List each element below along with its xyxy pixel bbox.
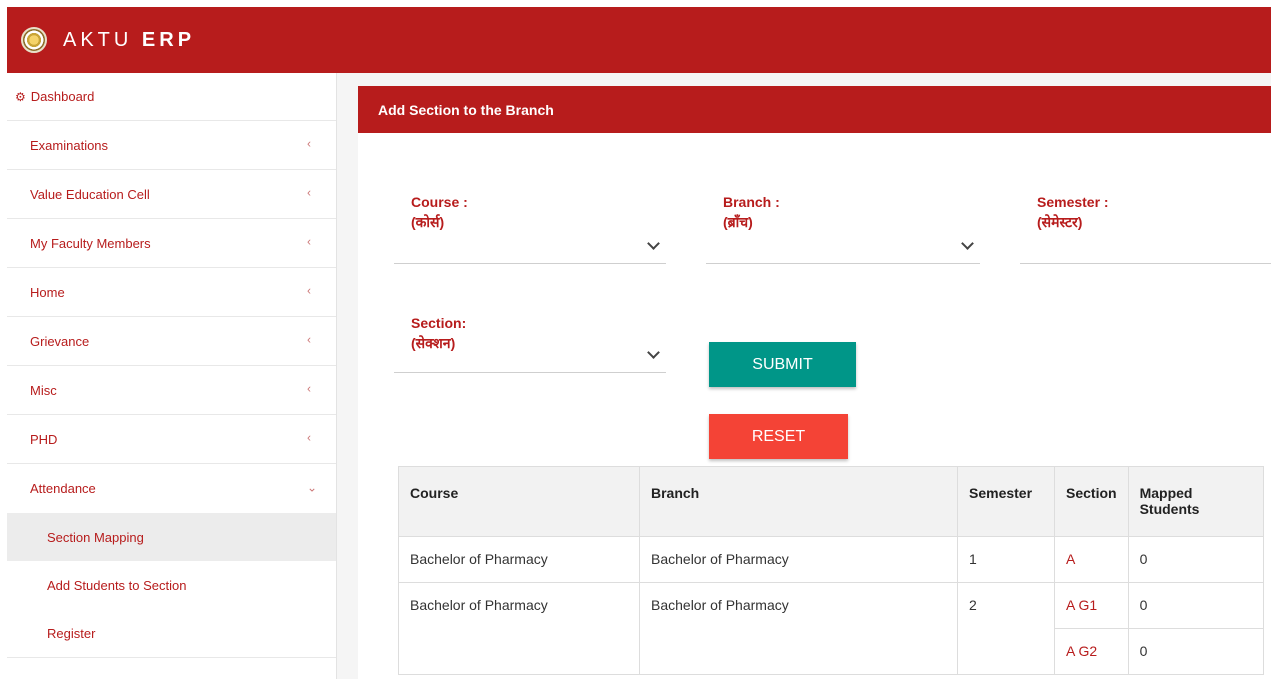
header-text: Mapped xyxy=(1139,485,1193,501)
course-select[interactable] xyxy=(394,234,666,264)
submit-button[interactable]: SUBMIT xyxy=(709,342,856,387)
semester-field: Semester : (सेमेस्टर) xyxy=(1020,192,1271,264)
chevron-left-icon: ‹ xyxy=(307,332,311,347)
dashboard-icon: ⚙ xyxy=(15,89,26,104)
section-field: Section: (सेक्शन) xyxy=(394,313,666,373)
cell-course: Bachelor of Pharmacy xyxy=(398,536,640,583)
column-header-course: Course xyxy=(398,466,640,537)
cell-mapped-students: 0 xyxy=(1127,628,1264,675)
table-row: Bachelor of Pharmacy Bachelor of Pharmac… xyxy=(398,536,1264,583)
cell-mapped-students: 0 xyxy=(1127,536,1264,583)
cell-course: Bachelor of Pharmacy xyxy=(398,582,640,675)
sidebar-item-label: Misc xyxy=(30,382,57,398)
branch-label-hindi: (ब्राँच) xyxy=(723,214,753,230)
sidebar-item-home[interactable]: Home ‹ xyxy=(7,268,336,317)
sidebar-item-grievance[interactable]: Grievance ‹ xyxy=(7,317,336,366)
card-title: Add Section to the Branch xyxy=(358,86,1271,133)
chevron-left-icon: ‹ xyxy=(307,234,311,249)
section-card: Add Section to the Branch Course : (कोर्… xyxy=(358,86,1271,679)
sidebar-item-label: Grievance xyxy=(30,333,90,349)
cell-section-link[interactable]: A G2 xyxy=(1054,628,1129,675)
sidebar-subitem-label: Section Mapping xyxy=(47,529,144,545)
cell-section-link[interactable]: A G1 xyxy=(1054,582,1129,629)
chevron-left-icon: ‹ xyxy=(307,185,311,200)
chevron-left-icon: ‹ xyxy=(307,283,311,298)
cell-branch: Bachelor of Pharmacy xyxy=(639,582,958,675)
sidebar-item-label: Value Education Cell xyxy=(30,186,150,202)
chevron-left-icon: ‹ xyxy=(307,381,311,396)
section-label: Section: xyxy=(411,315,467,331)
sidebar-item-dashboard[interactable]: ⚙ Dashboard xyxy=(7,73,336,121)
sidebar-item-label: PHD xyxy=(30,431,58,447)
course-field: Course : (कोर्स) xyxy=(394,192,666,264)
sidebar-item-label: Examinations xyxy=(30,137,109,153)
app-brand[interactable]: AKTU ERP xyxy=(63,29,195,52)
cell-branch: Bachelor of Pharmacy xyxy=(639,536,958,583)
sidebar-subitem-add-students-to-section[interactable]: Add Students to Section xyxy=(7,561,336,609)
course-label: Course : xyxy=(411,194,468,210)
university-logo-icon[interactable] xyxy=(21,27,47,53)
column-header-branch: Branch xyxy=(639,466,958,537)
cell-semester: 1 xyxy=(957,536,1055,583)
header-text: Students xyxy=(1139,501,1200,517)
branch-label: Branch : xyxy=(723,194,780,210)
cell-mapped-students: 0 xyxy=(1127,582,1264,629)
sidebar-item-phd[interactable]: PHD ‹ xyxy=(7,415,336,464)
semester-select[interactable] xyxy=(1020,234,1271,264)
section-table: Course Branch Semester Section Mapped Stu… xyxy=(398,466,1264,675)
column-header-section: Section xyxy=(1054,466,1129,537)
sidebar-subitem-label: Register xyxy=(47,625,96,641)
sidebar-subitem-label: Add Students to Section xyxy=(47,577,187,593)
brand-text-bold: ERP xyxy=(141,28,196,51)
chevron-left-icon: ‹ xyxy=(307,430,311,445)
sidebar-item-label: Attendance xyxy=(30,481,96,496)
sidebar-item-label: Home xyxy=(30,284,65,300)
sidebar-item-value-education-cell[interactable]: Value Education Cell ‹ xyxy=(7,170,336,219)
semester-label-hindi: (सेमेस्टर) xyxy=(1037,214,1083,230)
chevron-down-icon xyxy=(647,237,660,250)
sidebar: ⚙ Dashboard Examinations ‹ Value Educati… xyxy=(7,73,337,679)
sidebar-subitem-section-mapping[interactable]: Section Mapping xyxy=(7,513,336,561)
brand-text: AKTU xyxy=(63,28,133,51)
column-header-mapped-students: Mapped Students xyxy=(1127,466,1264,537)
main-content: Add Section to the Branch Course : (कोर्… xyxy=(337,73,1271,679)
branch-field: Branch : (ब्राँच) xyxy=(706,192,980,264)
sidebar-divider xyxy=(7,657,336,658)
sidebar-subitem-register[interactable]: Register xyxy=(7,609,336,657)
sidebar-item-label: Dashboard xyxy=(30,89,95,104)
section-select[interactable] xyxy=(394,343,666,373)
sidebar-item-attendance[interactable]: Attendance ⌄ xyxy=(7,464,336,513)
semester-label: Semester : xyxy=(1037,194,1109,210)
reset-button[interactable]: RESET xyxy=(709,414,848,459)
top-header: AKTU ERP xyxy=(7,7,1271,73)
table-row: Bachelor of Pharmacy Bachelor of Pharmac… xyxy=(398,582,1264,675)
sidebar-item-my-faculty-members[interactable]: My Faculty Members ‹ xyxy=(7,219,336,268)
chevron-left-icon: ‹ xyxy=(307,136,311,151)
cell-section-link[interactable]: A xyxy=(1054,536,1129,583)
branch-select[interactable] xyxy=(706,234,980,264)
chevron-down-icon xyxy=(647,346,660,359)
course-label-hindi: (कोर्स) xyxy=(411,214,445,230)
table-header-row: Course Branch Semester Section Mapped Stu… xyxy=(398,466,1264,537)
sidebar-item-label: My Faculty Members xyxy=(30,235,151,251)
sidebar-item-examinations[interactable]: Examinations ‹ xyxy=(7,121,336,170)
column-header-semester: Semester xyxy=(957,466,1055,537)
chevron-down-icon xyxy=(961,237,974,250)
chevron-down-icon: ⌄ xyxy=(307,480,318,495)
sidebar-item-misc[interactable]: Misc ‹ xyxy=(7,366,336,415)
cell-semester: 2 xyxy=(957,582,1055,675)
